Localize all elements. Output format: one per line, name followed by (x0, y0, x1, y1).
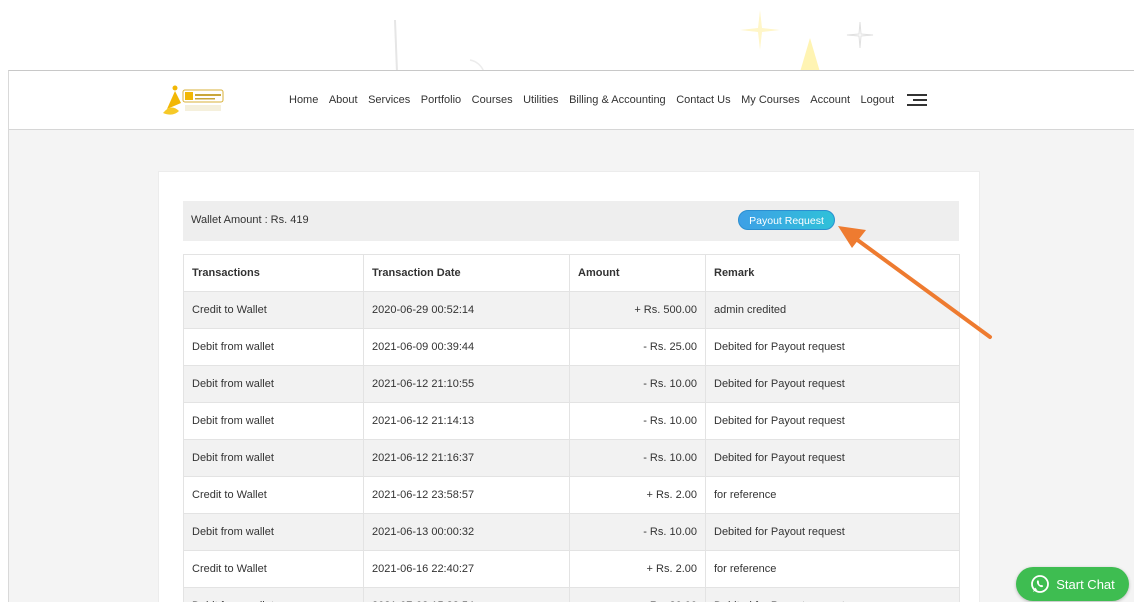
nav-about[interactable]: About (329, 94, 358, 106)
transaction-remark: Debited for Payout request (705, 439, 960, 477)
nav-contact-us[interactable]: Contact Us (676, 94, 730, 106)
transaction-amount: - Rs. 10.00 (569, 402, 706, 440)
transaction-amount: - Rs. 10.00 (569, 513, 706, 551)
transaction-amount: - Rs. 10.00 (569, 365, 706, 403)
transaction-date: 2021-06-09 00:39:44 (363, 328, 570, 366)
transaction-remark: Debited for Payout request (705, 365, 960, 403)
transaction-date: 2021-06-12 23:58:57 (363, 476, 570, 514)
table-row: Credit to Wallet 2021-06-16 22:40:27 + R… (183, 550, 960, 588)
nav-utilities[interactable]: Utilities (523, 94, 558, 106)
wallet-amount: Wallet Amount : Rs. 419 (191, 214, 309, 226)
hamburger-menu-icon[interactable] (906, 94, 927, 106)
transaction-amount: + Rs. 2.00 (569, 550, 706, 588)
start-chat-button[interactable]: Start Chat (1016, 567, 1129, 601)
logo-icon[interactable] (161, 81, 229, 117)
transaction-amount: - Rs. 25.00 (569, 328, 706, 366)
transaction-amount: - Rs. 20.00 (569, 587, 706, 602)
transaction-date: 2021-06-13 00:00:32 (363, 513, 570, 551)
payout-request-button[interactable]: Payout Request (738, 210, 835, 230)
transaction-date: 2021-06-12 21:10:55 (363, 365, 570, 403)
nav-home[interactable]: Home (289, 94, 318, 106)
nav-logout[interactable]: Logout (861, 94, 895, 106)
transaction-remark: admin credited (705, 291, 960, 329)
column-header: Remark (705, 254, 960, 292)
transaction-date: 2021-06-12 21:16:37 (363, 439, 570, 477)
transaction-remark: Debited for Payout request (705, 513, 960, 551)
transaction-amount: + Rs. 2.00 (569, 476, 706, 514)
table-row: Debit from wallet 2021-06-09 00:39:44 - … (183, 328, 960, 366)
transaction-type: Debit from wallet (183, 365, 364, 403)
table-row: Debit from wallet 2021-06-12 21:14:13 - … (183, 402, 960, 440)
background-decoration (394, 10, 874, 72)
transaction-type: Debit from wallet (183, 587, 364, 602)
transaction-type: Credit to Wallet (183, 291, 364, 329)
table-row: Debit from wallet 2021-06-13 00:00:32 - … (183, 513, 960, 551)
nav-services[interactable]: Services (368, 94, 410, 106)
column-header: Amount (569, 254, 706, 292)
wallet-summary-bar: Wallet Amount : Rs. 419 Payout Request (183, 201, 959, 241)
transaction-type: Debit from wallet (183, 402, 364, 440)
table-row: Credit to Wallet 2021-06-12 23:58:57 + R… (183, 476, 960, 514)
transaction-type: Debit from wallet (183, 513, 364, 551)
transactions-table: Transactions Transaction Date Amount Rem… (183, 254, 960, 602)
page-frame: Home About Services Portfolio Courses Ut… (8, 70, 1134, 602)
transaction-amount: + Rs. 500.00 (569, 291, 706, 329)
transaction-amount: - Rs. 10.00 (569, 439, 706, 477)
table-header-row: Transactions Transaction Date Amount Rem… (183, 254, 960, 292)
transaction-date: 2020-06-29 00:52:14 (363, 291, 570, 329)
whatsapp-icon (1031, 575, 1050, 593)
transaction-type: Debit from wallet (183, 328, 364, 366)
transaction-remark: Debited for Payout request (705, 402, 960, 440)
nav-portfolio[interactable]: Portfolio (421, 94, 461, 106)
nav-courses[interactable]: Courses (472, 94, 513, 106)
transaction-type: Credit to Wallet (183, 476, 364, 514)
column-header: Transaction Date (363, 254, 570, 292)
table-row: Debit from wallet 2021-06-12 21:10:55 - … (183, 365, 960, 403)
transaction-date: 2021-06-12 21:14:13 (363, 402, 570, 440)
table-row: Credit to Wallet 2020-06-29 00:52:14 + R… (183, 291, 960, 329)
transaction-date: 2021-06-16 22:40:27 (363, 550, 570, 588)
nav-billing-accounting[interactable]: Billing & Accounting (569, 94, 666, 106)
transaction-remark: Debited for Payout request (705, 328, 960, 366)
table-row: Debit from wallet 2021-06-12 21:16:37 - … (183, 439, 960, 477)
transaction-remark: for reference (705, 476, 960, 514)
nav-account[interactable]: Account (810, 94, 850, 106)
nav-my-courses[interactable]: My Courses (741, 94, 800, 106)
table-row: Debit from wallet 2021-07-02 15:22:54 - … (183, 587, 960, 602)
wallet-card: Wallet Amount : Rs. 419 Payout Request T… (158, 171, 980, 602)
transaction-remark: for reference (705, 550, 960, 588)
transaction-date: 2021-07-02 15:22:54 (363, 587, 570, 602)
transaction-type: Credit to Wallet (183, 550, 364, 588)
navbar: Home About Services Portfolio Courses Ut… (9, 71, 1134, 130)
start-chat-label: Start Chat (1056, 576, 1115, 592)
column-header: Transactions (183, 254, 364, 292)
transaction-remark: Debited for Payout request (705, 587, 960, 602)
transaction-type: Debit from wallet (183, 439, 364, 477)
main-nav: Home About Services Portfolio Courses Ut… (289, 89, 927, 111)
